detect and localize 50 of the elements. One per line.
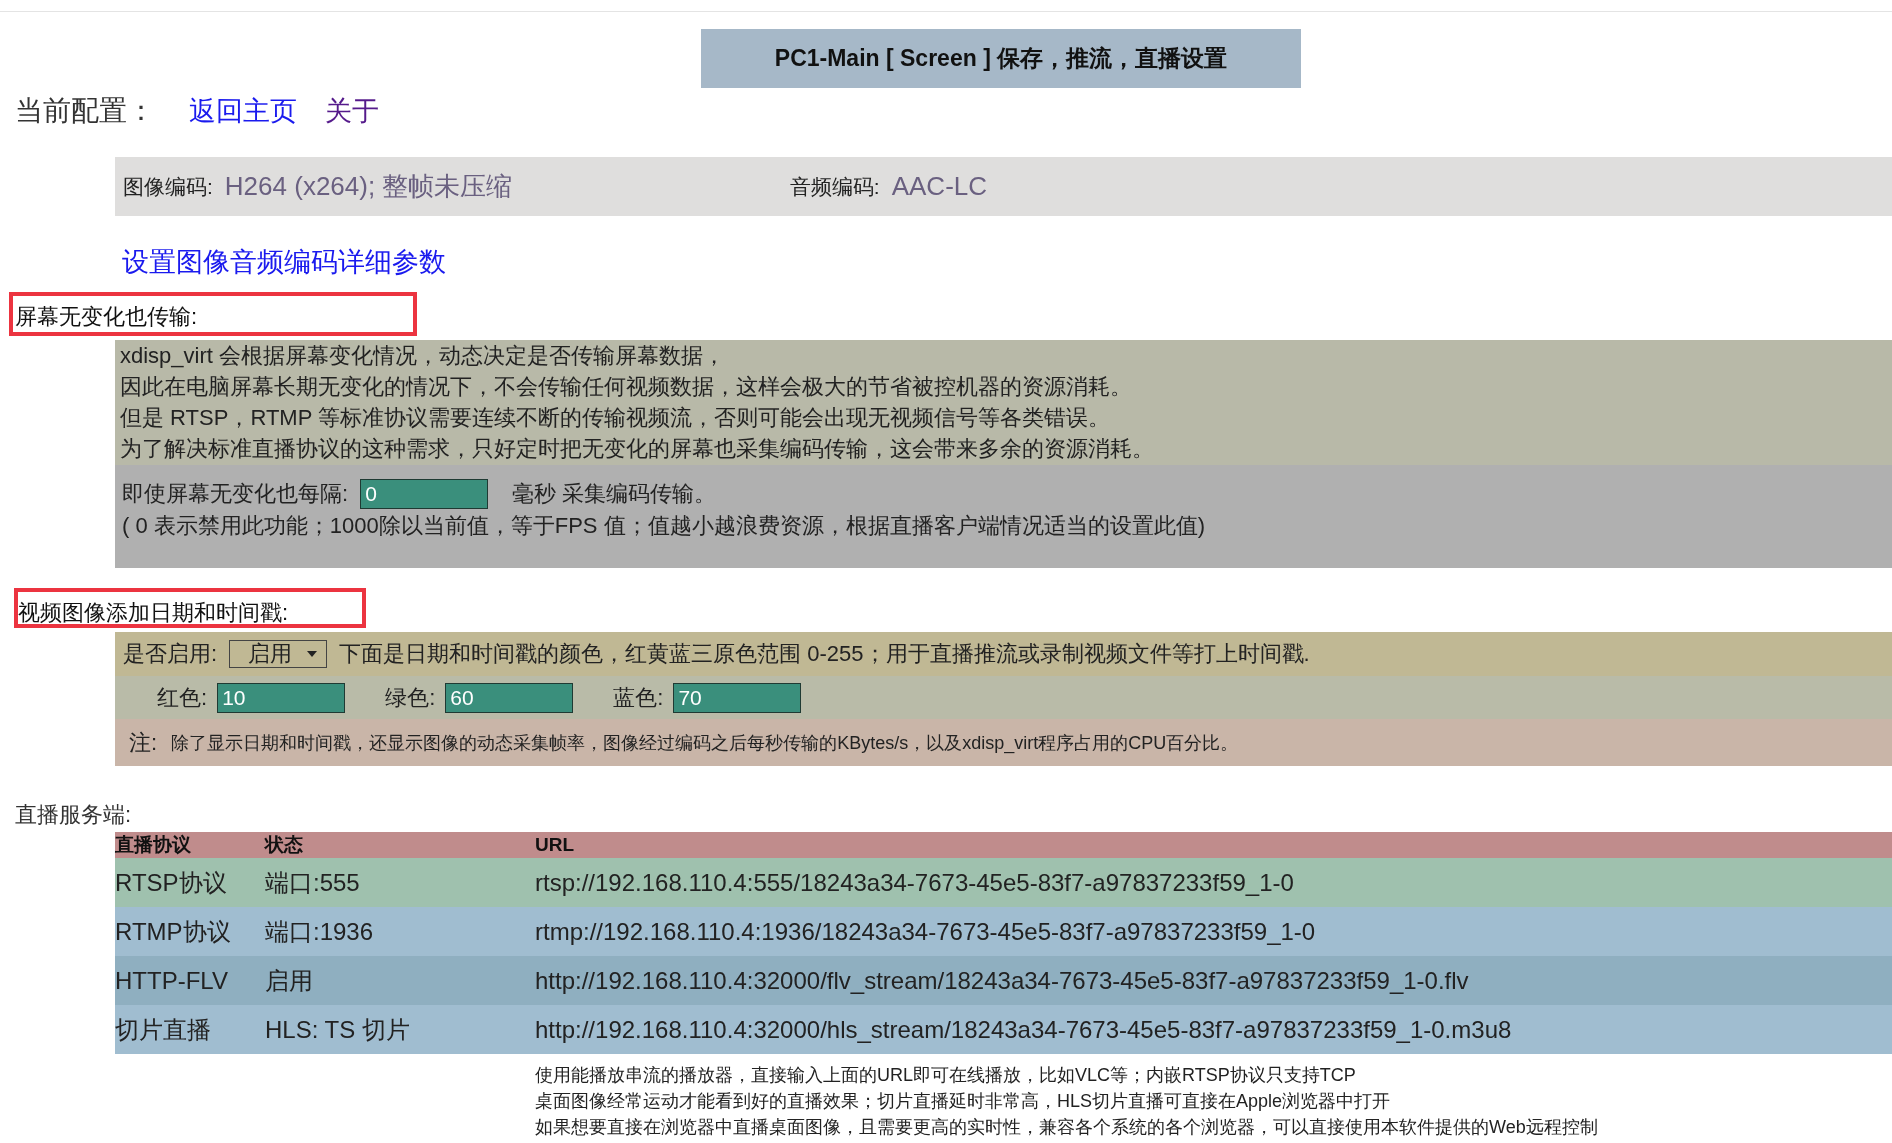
color-label: 红色:: [157, 683, 208, 712]
table-cell: HLS: TS 切片: [265, 1005, 535, 1054]
section-heading: 直播服务端:: [14, 801, 133, 829]
interval-label: 即使屏幕无变化也每隔:: [122, 480, 349, 508]
section-heading: 屏幕无变化也传输:: [15, 304, 198, 329]
table-cell: 端口:555: [265, 858, 535, 907]
table-cell: RTMP协议: [115, 907, 265, 956]
column-header: 状态: [265, 832, 535, 858]
table-cell: http://192.168.110.4:32000/flv_stream/18243a34-7673-45e5-83f7-a97837233f59_1-0.flv: [535, 956, 1892, 1005]
table-cell: 切片直播: [115, 1005, 265, 1054]
nav-link[interactable]: 关于: [325, 93, 379, 129]
table-cell: 启用: [265, 956, 535, 1005]
note-text: 除了显示日期和时间戳，还显示图像的动态采集帧率，图像经过编码之后每秒传输的KBytes/s，以及xdisp_virt程序占用的CPU百分比。: [171, 731, 1239, 755]
enable-dropdown[interactable]: 启用: [229, 640, 328, 668]
interval-unit: 毫秒 采集编码传输。: [512, 480, 717, 508]
table-cell: 端口:1936: [265, 907, 535, 956]
codec-label: 音频编码:: [789, 173, 880, 200]
timestamp-description: 下面是日期和时间戳的颜色，红黄蓝三原色范围 0-255；用于直播推流或录制视频文件等打上时间戳.: [339, 640, 1310, 668]
description-text: 但是 RTSP，RTMP 等标准协议需要连续不断的传输视频流，否则可能会出现无视频信号等各类错误。: [120, 404, 1112, 432]
description-text: 为了解决标准直播协议的这种需求，只好定时把无变化的屏幕也采集编码传输，这会带来多余的资源消耗。: [120, 435, 1155, 463]
page-title: PC1-Main [ Screen ] 保存，推流，直播设置: [701, 29, 1301, 88]
caret-icon: [306, 650, 319, 658]
nav-link[interactable]: 返回主页: [189, 93, 297, 129]
enable-label: 是否启用:: [123, 640, 218, 668]
table-cell: HTTP-FLV: [115, 956, 265, 1005]
description-text: 因此在电脑屏幕长期无变化的情况下，不会传输任何视频数据，这样会极大的节省被控机器的资源消耗。: [120, 373, 1133, 401]
column-header: URL: [535, 832, 1892, 858]
note-text: 使用能播放串流的播放器，直接输入上面的URL即可在线播放，比如VLC等；内嵌RTSP协议只支持TCP: [535, 1064, 1357, 1087]
current-config-label: 当前配置：: [15, 94, 155, 128]
note-label: 注:: [129, 728, 158, 757]
codec-label: 图像编码:: [123, 173, 213, 200]
codec-value: AAC-LC: [891, 171, 988, 202]
color-field[interactable]: 70: [673, 682, 802, 713]
color-label: 蓝色:: [613, 683, 664, 712]
note-text: 如果想要直接在浏览器中直播桌面图像，且需要更高的实时性，兼容各个系统的各个浏览器，可以直接使用本软件提供的Web远程控制: [535, 1116, 1599, 1139]
table-cell: http://192.168.110.4:32000/hls_stream/18243a34-7673-45e5-83f7-a97837233f59_1-0.m3u8: [535, 1005, 1892, 1054]
color-label: 绿色:: [385, 683, 436, 712]
table-cell: RTSP协议: [115, 858, 265, 907]
column-header: 直播协议: [115, 832, 265, 858]
description-text: xdisp_virt 会根据屏幕变化情况，动态决定是否传输屏幕数据，: [120, 342, 727, 370]
table-cell: rtmp://192.168.110.4:1936/18243a34-7673-45e5-83f7-a97837233f59_1-0: [535, 907, 1892, 956]
codec-settings-link[interactable]: 设置图像音频编码详细参数: [122, 247, 446, 277]
section-heading: 视频图像添加日期和时间戳:: [18, 600, 289, 625]
table-cell: rtsp://192.168.110.4:555/18243a34-7673-45e5-83f7-a97837233f59_1-0: [535, 858, 1892, 907]
color-field[interactable]: 10: [217, 682, 346, 713]
interval-field[interactable]: 0: [360, 479, 489, 509]
color-field[interactable]: 60: [445, 682, 574, 713]
codec-value: H264 (x264); 整帧未压缩: [224, 170, 514, 203]
hint-text: ( 0 表示禁用此功能；1000除以当前值，等于FPS 值；值越小越浪费资源，根据直播客户端情况适当的设置此值): [122, 512, 1206, 540]
note-text: 桌面图像经常运动才能看到好的直播效果；切片直播延时非常高，HLS切片直播可直接在Apple浏览器中打开: [535, 1090, 1392, 1113]
